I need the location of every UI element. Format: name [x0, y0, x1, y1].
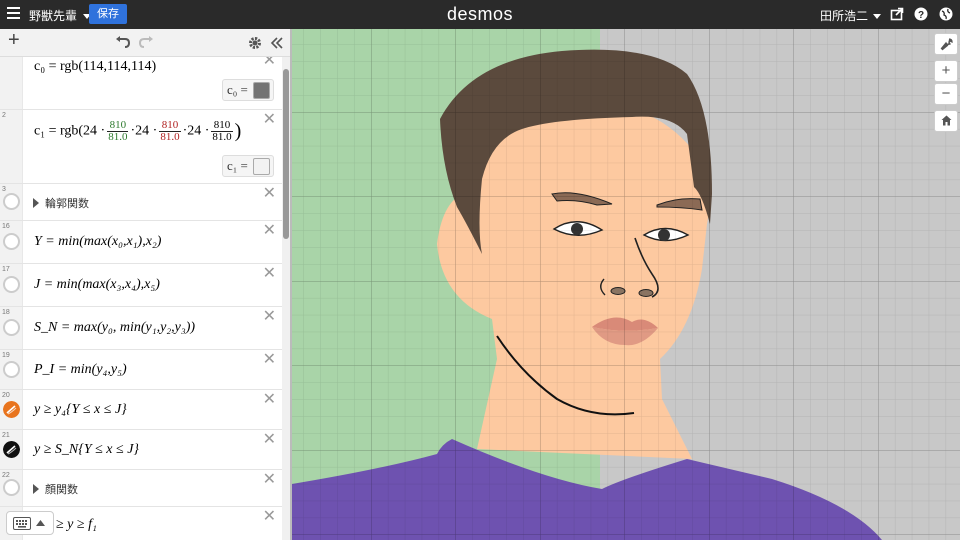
expression-list: c₀ = rgb(114,114,114) ✕ c₀ = 2 c₁ = rgb(… — [0, 57, 282, 540]
plus-icon[interactable]: + — [8, 30, 20, 50]
expression-latex: c₁ = rgb(24 · 810 81.0·24 · 810 81.0·24 · 810… — [34, 119, 242, 143]
expression-row[interactable]: 2 c₁ = rgb(24 · 810 81.0·24 · 810 81.0·24 · 8… — [0, 110, 282, 184]
expression-row[interactable]: 18 S_N = max(y₀, min(y₁,y₂,y₃)) ✕ — [0, 307, 282, 350]
swatch-label: c₁ = — [227, 158, 248, 173]
desmos-logo: desmos — [447, 4, 514, 24]
user-menu[interactable]: 田所浩二 — [820, 7, 882, 24]
wrench-icon — [940, 38, 953, 51]
scrollbar[interactable] — [282, 57, 290, 540]
graph-title: 野獣先輩 — [29, 9, 78, 23]
color-preview — [253, 82, 270, 99]
color-swatch[interactable]: c₀ = — [222, 79, 274, 101]
close-icon[interactable]: ✕ — [263, 186, 276, 202]
row-number: 3 — [2, 186, 6, 193]
row-number: 20 — [2, 392, 10, 399]
expression-latex: c₀ = rgb(114,114,114) — [34, 59, 157, 74]
caret-down-icon — [873, 14, 882, 20]
visibility-toggle[interactable] — [3, 233, 20, 250]
close-icon[interactable]: ✕ — [263, 57, 276, 69]
zoom-in-icon: + — [941, 62, 951, 79]
graph-title-dropdown[interactable]: 野獣先輩 — [29, 7, 92, 24]
folder-row[interactable]: 22 顔関数 ✕ — [0, 470, 282, 507]
undo-icon[interactable] — [115, 36, 130, 48]
top-bar: 野獣先輩 保存 desmos 田所浩二 ? — [0, 0, 960, 29]
zoom-out-button[interactable]: − — [934, 83, 958, 105]
graph-canvas[interactable]: + − — [292, 29, 960, 540]
close-icon[interactable]: ✕ — [263, 509, 276, 525]
gear-icon[interactable] — [248, 36, 262, 50]
row-number: 21 — [2, 432, 10, 439]
visibility-toggle[interactable] — [3, 193, 20, 210]
expression-row[interactable]: 16 Y = min(max(x₀,x₁),x₂) ✕ — [0, 221, 282, 264]
expression-latex: J = min(max(x₃,x₄),x₅) — [34, 277, 160, 292]
expression-toolbar: + — [0, 29, 290, 57]
row-number: 16 — [2, 223, 10, 230]
close-icon[interactable]: ✕ — [263, 223, 276, 239]
redo-icon[interactable] — [139, 36, 154, 48]
close-icon[interactable]: ✕ — [263, 432, 276, 448]
close-icon[interactable]: ✕ — [263, 352, 276, 368]
share-icon[interactable] — [890, 7, 904, 21]
zoom-in-button[interactable]: + — [934, 60, 958, 82]
home-icon — [941, 115, 951, 126]
folder-label[interactable]: 顔関数 — [33, 481, 78, 497]
row-number: 22 — [2, 472, 10, 479]
fill-style-icon[interactable] — [3, 441, 20, 458]
fill-style-icon[interactable] — [3, 401, 20, 418]
fraction: 810 81.0 — [211, 119, 233, 143]
zoom-out-icon: − — [941, 85, 951, 102]
visibility-toggle[interactable] — [3, 479, 20, 496]
row-number: 18 — [2, 309, 10, 316]
expression-latex: y ≥ y₄{Y ≤ x ≤ J} — [34, 402, 127, 417]
major-gridlines — [292, 29, 960, 540]
expression-latex: P_I = min(y₄,y₅) — [34, 362, 127, 377]
folder-label[interactable]: 輪郭関数 — [33, 195, 89, 211]
expression-latex: S_N = max(y₀, min(y₁,y₂,y₃)) — [34, 320, 196, 335]
expression-row[interactable]: 21 y ≥ S_N{Y ≤ x ≤ J} ✕ — [0, 430, 282, 470]
save-button[interactable]: 保存 — [89, 4, 127, 24]
expression-latex: Y = min(max(x₀,x₁),x₂) — [34, 234, 162, 249]
scrollbar-thumb[interactable] — [283, 69, 289, 239]
expression-row[interactable]: 20 y ≥ y₄{Y ≤ x ≤ J} ✕ — [0, 390, 282, 430]
expression-row[interactable]: c₀ = rgb(114,114,114) ✕ c₀ = — [0, 57, 282, 110]
row-number: 19 — [2, 352, 10, 359]
close-icon[interactable]: ✕ — [263, 309, 276, 325]
expression-row[interactable]: 19 P_I = min(y₄,y₅) ✕ — [0, 350, 282, 390]
close-icon[interactable]: ✕ — [263, 266, 276, 282]
close-icon[interactable]: ✕ — [263, 392, 276, 408]
double-chevron-left-icon[interactable] — [270, 36, 284, 50]
keyboard-icon — [13, 517, 31, 530]
close-icon[interactable]: ✕ — [263, 112, 276, 128]
user-name: 田所浩二 — [820, 9, 869, 23]
caret-up-icon — [36, 520, 45, 526]
hamburger-icon[interactable] — [7, 7, 20, 21]
visibility-toggle[interactable] — [3, 276, 20, 293]
svg-text:?: ? — [918, 10, 924, 21]
triangle-right-icon — [33, 484, 39, 494]
row-number: 17 — [2, 266, 10, 273]
close-icon[interactable]: ✕ — [263, 472, 276, 488]
expression-latex: y ≥ S_N{Y ≤ x ≤ J} — [34, 442, 140, 457]
swatch-label: c₀ = — [227, 82, 248, 97]
globe-icon[interactable] — [939, 7, 953, 21]
graph-settings-button[interactable] — [934, 33, 958, 55]
graph-drawing — [292, 29, 960, 540]
visibility-toggle[interactable] — [3, 361, 20, 378]
visibility-toggle[interactable] — [3, 319, 20, 336]
row-number: 2 — [2, 112, 6, 119]
color-swatch[interactable]: c₁ = — [222, 155, 274, 177]
folder-row[interactable]: 3 輪郭関数 ✕ — [0, 184, 282, 221]
color-preview — [253, 158, 270, 175]
expression-row[interactable]: 17 J = min(max(x₃,x₄),x₅) ✕ — [0, 264, 282, 307]
fraction: 810 81.0 — [107, 119, 129, 143]
help-icon[interactable]: ? — [914, 7, 928, 21]
expression-latex: ≥ y ≥ f₁ — [56, 517, 97, 532]
fraction: 810 81.0 — [159, 119, 181, 143]
keyboard-toggle-button[interactable] — [6, 511, 54, 535]
triangle-right-icon — [33, 198, 39, 208]
default-zoom-button[interactable] — [934, 110, 958, 132]
